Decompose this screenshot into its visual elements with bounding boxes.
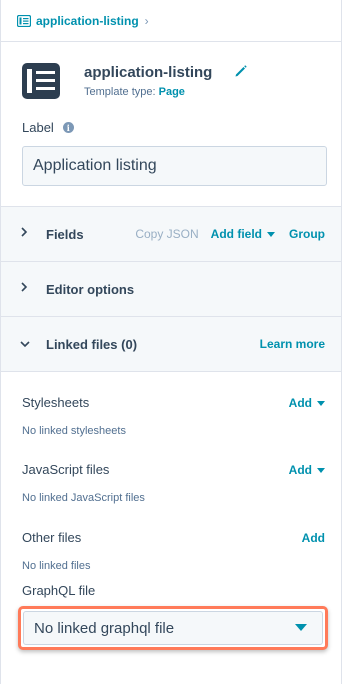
chevron-right-icon: › — [144, 14, 149, 28]
add-javascript-label: Add — [288, 463, 312, 477]
label-field-label: Label i — [22, 120, 74, 135]
javascript-title: JavaScript files — [22, 462, 110, 477]
javascript-empty: No linked JavaScript files — [22, 492, 145, 504]
pencil-icon[interactable] — [234, 64, 248, 78]
info-icon[interactable]: i — [62, 122, 74, 133]
copy-json-button[interactable]: Copy JSON — [135, 227, 198, 241]
chevron-right-icon[interactable] — [20, 282, 30, 292]
caret-down-icon — [267, 232, 275, 238]
graphql-selected-value: No linked graphql file — [34, 619, 175, 637]
label-text: Label — [22, 120, 54, 135]
graphql-select-inner[interactable]: No linked graphql file — [23, 611, 323, 645]
template-type: Template type: Page — [84, 86, 185, 98]
caret-down-icon — [317, 467, 325, 473]
module-large-icon — [22, 63, 60, 99]
breadcrumb-label[interactable]: application-listing — [36, 14, 139, 28]
breadcrumb[interactable]: application-listing › — [17, 12, 149, 30]
template-type-label: Template type: — [84, 86, 156, 98]
add-stylesheet-button[interactable]: Add — [289, 396, 325, 410]
other-files-title: Other files — [22, 530, 82, 545]
caret-down-icon — [317, 400, 325, 406]
fields-section-header[interactable]: Fields Copy JSON Add field Group — [1, 207, 341, 261]
divider — [1, 371, 341, 372]
editor-options-section-header[interactable]: Editor options — [1, 262, 341, 316]
caret-down-icon — [295, 624, 307, 631]
add-field-button[interactable]: Add field — [211, 227, 275, 241]
chevron-down-icon[interactable] — [20, 339, 30, 349]
graphql-title: GraphQL file — [22, 583, 96, 598]
chevron-right-icon[interactable] — [20, 227, 30, 237]
stylesheets-title: Stylesheets — [22, 395, 90, 410]
graphql-file-select[interactable]: No linked graphql file — [18, 606, 328, 650]
fields-actions: Copy JSON Add field Group — [135, 227, 325, 241]
add-stylesheet-label: Add — [288, 396, 312, 410]
linked-files-title: Linked files (0) — [46, 336, 138, 352]
other-files-empty: No linked files — [22, 560, 91, 572]
template-type-value[interactable]: Page — [159, 86, 185, 98]
group-button[interactable]: Group — [289, 227, 325, 241]
label-input[interactable]: Application listing — [22, 146, 327, 186]
fields-title: Fields — [46, 226, 84, 242]
add-javascript-button[interactable]: Add — [289, 463, 325, 477]
learn-more-link[interactable]: Learn more — [260, 337, 325, 351]
editor-options-title: Editor options — [46, 281, 135, 297]
stylesheets-empty: No linked stylesheets — [22, 425, 126, 437]
add-other-file-button[interactable]: Add — [302, 531, 325, 545]
module-editor-panel: application-listing › application-listin… — [0, 0, 342, 684]
module-title: application-listing — [84, 64, 213, 81]
module-icon — [17, 15, 31, 27]
linked-files-actions: Learn more — [260, 337, 325, 351]
add-field-label: Add field — [210, 227, 262, 241]
linked-files-section-header[interactable]: Linked files (0) Learn more — [1, 317, 341, 371]
divider — [1, 41, 341, 42]
